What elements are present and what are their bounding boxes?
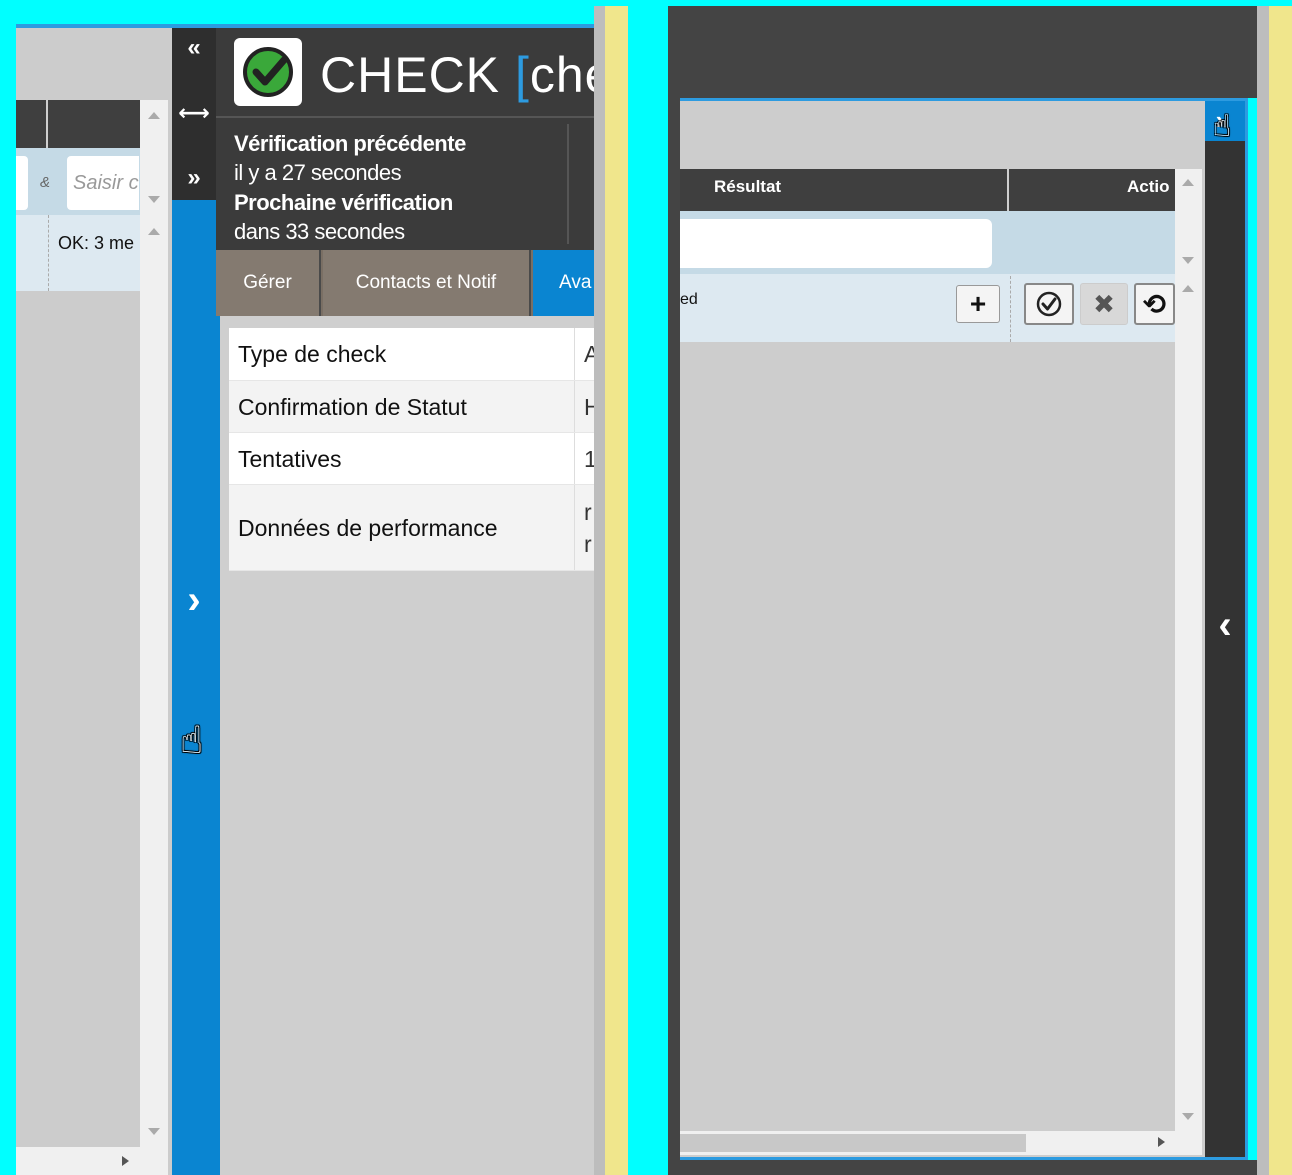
tab-avance[interactable]: Ava — [533, 250, 594, 316]
cell-divider — [574, 485, 575, 570]
left-filter-input-partial[interactable] — [16, 156, 28, 210]
check-circle-icon — [1036, 291, 1062, 317]
scroll-up-arrow-icon[interactable] — [1182, 285, 1194, 292]
table-row: Confirmation de Statut H — [229, 381, 594, 433]
right-row-result-text: ed — [680, 291, 698, 308]
left-row-result-text: OK: 3 me — [58, 233, 135, 253]
scroll-down-arrow-icon[interactable] — [1182, 1113, 1194, 1120]
scroll-down-arrow-icon[interactable] — [148, 1128, 160, 1135]
scroll-right-arrow-icon[interactable] — [1158, 1137, 1165, 1147]
cell-divider — [574, 433, 575, 484]
right-dark-header — [668, 6, 1257, 98]
left-grid-header — [16, 100, 140, 148]
right-dark-side — [668, 98, 680, 1160]
right-panel-expand-button[interactable]: › ☝ — [1205, 101, 1245, 143]
column-divider — [46, 100, 48, 148]
scroll-right-arrow-icon[interactable] — [122, 1156, 129, 1166]
property-value: H — [584, 394, 594, 420]
hand-cursor-icon: ☝ — [180, 720, 204, 762]
right-canvas-edge — [628, 0, 668, 1175]
maintenance-tools-button[interactable]: ✖ — [1080, 283, 1128, 325]
panel-toggle-bar[interactable]: › ☝ — [172, 200, 216, 1175]
property-value: r — [584, 531, 592, 557]
reschedule-button[interactable]: ⟲ — [1134, 283, 1175, 325]
property-value: A — [584, 341, 594, 367]
previous-check-label: Vérification précédente — [234, 131, 466, 156]
scroll-up-arrow-icon[interactable] — [148, 228, 160, 235]
next-check-time: dans 33 secondes — [234, 219, 405, 244]
right-panel-gap — [1257, 0, 1269, 1175]
right-panel-separator — [1269, 0, 1292, 1175]
scroll-up-arrow-icon[interactable] — [1182, 179, 1194, 186]
next-check-label: Prochaine vérification — [234, 190, 453, 215]
column-divider — [1007, 169, 1009, 211]
property-label: Type de check — [238, 341, 387, 367]
check-properties-table: Type de check A Confirmation de Statut H… — [229, 328, 594, 571]
property-label: Données de performance — [238, 515, 498, 541]
right-horizontal-scroll-thumb[interactable] — [680, 1134, 1026, 1152]
property-label: Confirmation de Statut — [238, 394, 467, 420]
scroll-down-arrow-icon[interactable] — [148, 196, 160, 203]
property-label: Tentatives — [238, 446, 342, 472]
tab-gerer[interactable]: Gérer — [216, 250, 321, 316]
right-panel-toggle-bar[interactable]: ‹ — [1205, 101, 1245, 1157]
table-row: Données de performance r r — [229, 485, 594, 571]
expand-right-icon[interactable]: » — [172, 164, 216, 192]
property-value: r — [584, 499, 592, 525]
column-header-resultat[interactable]: Résultat — [714, 177, 781, 197]
resize-handle-icon[interactable]: ⟷ — [172, 100, 216, 126]
filter-and-operator: & — [40, 174, 51, 191]
check-logo-icon — [234, 38, 302, 106]
chevron-left-icon[interactable]: ‹ — [1205, 603, 1245, 648]
cell-divider — [1010, 276, 1011, 342]
cell-divider — [48, 215, 49, 291]
previous-check-time: il y a 27 secondes — [234, 160, 402, 185]
detail-tabs: Gérer Contacts et Notif Ava — [216, 250, 594, 316]
table-row: Tentatives 1 — [229, 433, 594, 485]
scroll-up-arrow-icon[interactable] — [148, 112, 160, 119]
header-vertical-separator — [567, 124, 569, 244]
panel-control-strip: « ⟷ » — [172, 28, 216, 200]
resultat-filter-input[interactable] — [680, 219, 992, 268]
cell-divider — [574, 328, 575, 380]
title-bracket: [ — [514, 47, 530, 103]
right-dark-footer — [668, 1160, 1257, 1175]
left-vertical-scrollbar[interactable] — [140, 100, 168, 1147]
header-separator — [216, 116, 594, 118]
left-search-input[interactable] — [67, 156, 139, 210]
property-value: 1 — [584, 446, 594, 472]
tab-contacts-notif[interactable]: Contacts et Notif — [323, 250, 531, 316]
acknowledge-button[interactable] — [1024, 283, 1074, 325]
panel-separator — [605, 0, 628, 1175]
page-title: CHECK [che — [320, 46, 613, 104]
hand-cursor-icon: ☝ — [1213, 110, 1232, 143]
column-header-action[interactable]: Actio — [1127, 177, 1175, 197]
top-canvas-edge — [0, 0, 1292, 6]
chevron-right-icon[interactable]: › — [172, 578, 216, 623]
left-horizontal-scrollbar[interactable] — [16, 1147, 168, 1175]
add-button[interactable]: + — [956, 285, 1000, 323]
table-row: Type de check A — [229, 328, 594, 381]
panel-gap — [594, 0, 605, 1175]
right-vertical-scrollbar[interactable] — [1175, 169, 1202, 1131]
cell-divider — [574, 381, 575, 432]
collapse-left-icon[interactable]: « — [172, 34, 216, 62]
title-main: CHECK — [320, 47, 501, 103]
scroll-down-arrow-icon[interactable] — [1182, 257, 1194, 264]
